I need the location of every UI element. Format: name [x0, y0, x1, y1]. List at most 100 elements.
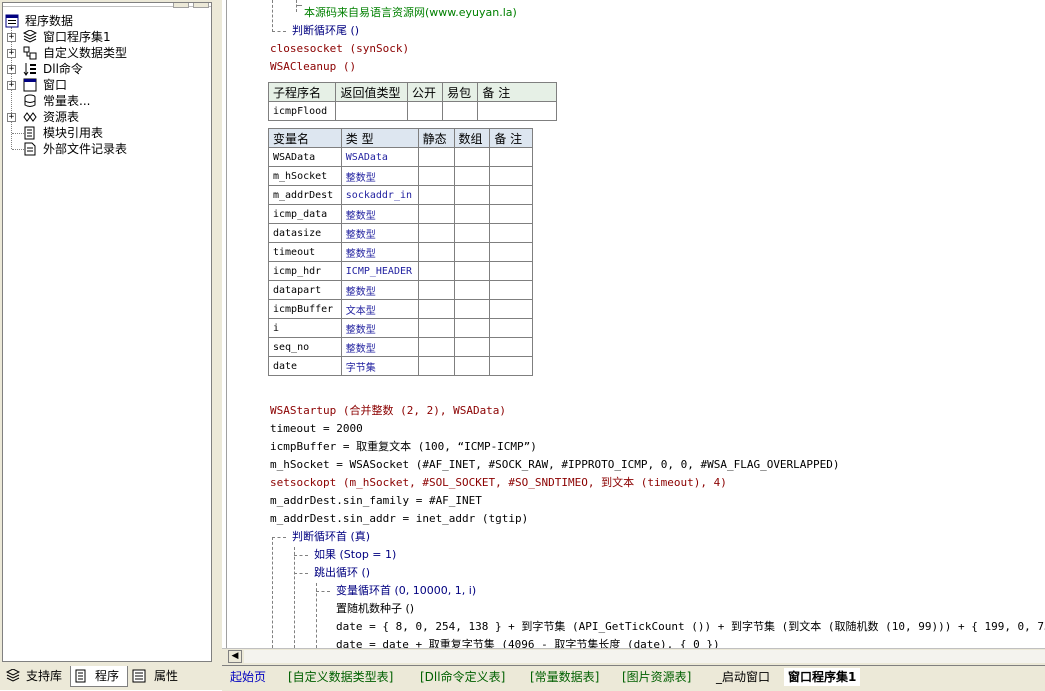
tab-label: 支持库: [26, 669, 63, 683]
variable-row[interactable]: timeout 整数型: [268, 242, 533, 262]
variable-type[interactable]: 整数型: [340, 223, 419, 243]
array-cell[interactable]: [453, 280, 491, 300]
variable-name[interactable]: icmpBuffer: [268, 299, 342, 319]
static-cell[interactable]: [417, 204, 455, 224]
variable-name[interactable]: WSAData: [268, 147, 342, 167]
variable-name[interactable]: timeout: [268, 242, 342, 262]
remark-cell[interactable]: [489, 280, 533, 300]
expand-icon[interactable]: +: [7, 81, 16, 90]
array-cell[interactable]: [453, 356, 491, 376]
variable-row[interactable]: date 字节集: [268, 356, 533, 376]
variable-name[interactable]: date: [268, 356, 342, 376]
array-cell[interactable]: [453, 242, 491, 262]
remark-cell[interactable]: [489, 223, 533, 243]
variable-row[interactable]: icmp_hdr ICMP_HEADER: [268, 261, 533, 281]
remark-cell[interactable]: [489, 204, 533, 224]
expand-icon[interactable]: +: [7, 49, 16, 58]
remark-cell[interactable]: [489, 261, 533, 281]
tab-dll-table[interactable]: [Dll命令定义表]: [420, 668, 505, 686]
tab-datatype-table[interactable]: [自定义数据类型表]: [288, 668, 393, 686]
public-cell[interactable]: [406, 101, 444, 121]
horizontal-scrollbar[interactable]: ◀: [222, 648, 1045, 665]
remark-cell[interactable]: [489, 242, 533, 262]
array-cell[interactable]: [453, 337, 491, 357]
variable-type[interactable]: ICMP_HEADER: [340, 261, 419, 281]
variable-row[interactable]: i 整数型: [268, 318, 533, 338]
variable-name[interactable]: m_addrDest: [268, 185, 342, 205]
array-cell[interactable]: [453, 318, 491, 338]
variable-type[interactable]: 整数型: [340, 166, 419, 186]
remark-cell[interactable]: [489, 356, 533, 376]
variable-row[interactable]: WSAData WSAData: [268, 147, 533, 167]
variable-row[interactable]: datapart 整数型: [268, 280, 533, 300]
variable-type[interactable]: 字节集: [340, 356, 419, 376]
remark-cell[interactable]: [489, 337, 533, 357]
remark-cell[interactable]: [477, 101, 557, 121]
variable-type[interactable]: 整数型: [340, 337, 419, 357]
static-cell[interactable]: [417, 318, 455, 338]
array-cell[interactable]: [453, 261, 491, 281]
tab-images-table[interactable]: [图片资源表]: [622, 668, 691, 686]
remark-cell[interactable]: [489, 147, 533, 167]
tab-properties[interactable]: 属性: [130, 666, 190, 686]
static-cell[interactable]: [417, 261, 455, 281]
variable-name[interactable]: icmp_hdr: [268, 261, 342, 281]
array-cell[interactable]: [453, 147, 491, 167]
array-cell[interactable]: [453, 223, 491, 243]
static-cell[interactable]: [417, 242, 455, 262]
tab-startup-window[interactable]: _启动窗口: [716, 668, 770, 686]
static-cell[interactable]: [417, 356, 455, 376]
code-editor[interactable]: 本源码来自易语言资源网(www.eyuyan.la) 判断循环尾 () clos…: [222, 0, 1045, 648]
expand-icon[interactable]: +: [7, 113, 16, 122]
easy-package-cell[interactable]: [442, 101, 479, 121]
static-cell[interactable]: [417, 280, 455, 300]
array-cell[interactable]: [453, 299, 491, 319]
static-cell[interactable]: [417, 185, 455, 205]
remark-cell[interactable]: [489, 299, 533, 319]
return-type-cell[interactable]: [335, 101, 408, 121]
static-cell[interactable]: [417, 223, 455, 243]
array-cell[interactable]: [453, 185, 491, 205]
variable-type[interactable]: 文本型: [340, 299, 419, 319]
variable-type[interactable]: WSAData: [340, 147, 419, 167]
tree-scroll-button[interactable]: [173, 3, 189, 8]
variable-name[interactable]: datapart: [268, 280, 342, 300]
variable-row[interactable]: m_addrDest sockaddr_in: [268, 185, 533, 205]
remark-cell[interactable]: [489, 318, 533, 338]
remark-cell[interactable]: [489, 166, 533, 186]
static-cell[interactable]: [417, 166, 455, 186]
variable-type[interactable]: 整数型: [340, 318, 419, 338]
expand-icon[interactable]: +: [7, 33, 16, 42]
tab-start-page[interactable]: 起始页: [230, 668, 266, 686]
array-cell[interactable]: [453, 204, 491, 224]
variable-type[interactable]: 整数型: [340, 280, 419, 300]
variable-row[interactable]: icmpBuffer 文本型: [268, 299, 533, 319]
static-cell[interactable]: [417, 337, 455, 357]
variable-type[interactable]: sockaddr_in: [340, 185, 419, 205]
variable-name[interactable]: m_hSocket: [268, 166, 342, 186]
subroutine-name[interactable]: icmpFlood: [267, 101, 337, 121]
tab-support-library[interactable]: 支持库: [4, 666, 68, 686]
tab-window-assembly[interactable]: 窗口程序集1: [784, 668, 861, 686]
expand-icon[interactable]: +: [7, 65, 16, 74]
variable-name[interactable]: i: [268, 318, 342, 338]
variable-name[interactable]: seq_no: [268, 337, 342, 357]
tab-program[interactable]: 程序: [70, 666, 128, 687]
variable-row[interactable]: m_hSocket 整数型: [268, 166, 533, 186]
variable-type[interactable]: 整数型: [340, 242, 419, 262]
array-cell[interactable]: [453, 166, 491, 186]
static-cell[interactable]: [417, 299, 455, 319]
scroll-track[interactable]: [244, 650, 1045, 663]
variable-row[interactable]: seq_no 整数型: [268, 337, 533, 357]
static-cell[interactable]: [417, 147, 455, 167]
variable-row[interactable]: datasize 整数型: [268, 223, 533, 243]
variable-row[interactable]: icmp_data 整数型: [268, 204, 533, 224]
tree-scroll-button[interactable]: [193, 3, 209, 8]
scroll-left-icon[interactable]: ◀: [228, 650, 242, 663]
variable-name[interactable]: datasize: [268, 223, 342, 243]
tab-constants-table[interactable]: [常量数据表]: [530, 668, 599, 686]
project-tree[interactable]: 程序数据 + 窗口程序集1 + 自定义数据类型 + Dll命令 + 窗口 常量表…: [2, 2, 212, 662]
variable-type[interactable]: 整数型: [340, 204, 419, 224]
variable-name[interactable]: icmp_data: [268, 204, 342, 224]
remark-cell[interactable]: [489, 185, 533, 205]
